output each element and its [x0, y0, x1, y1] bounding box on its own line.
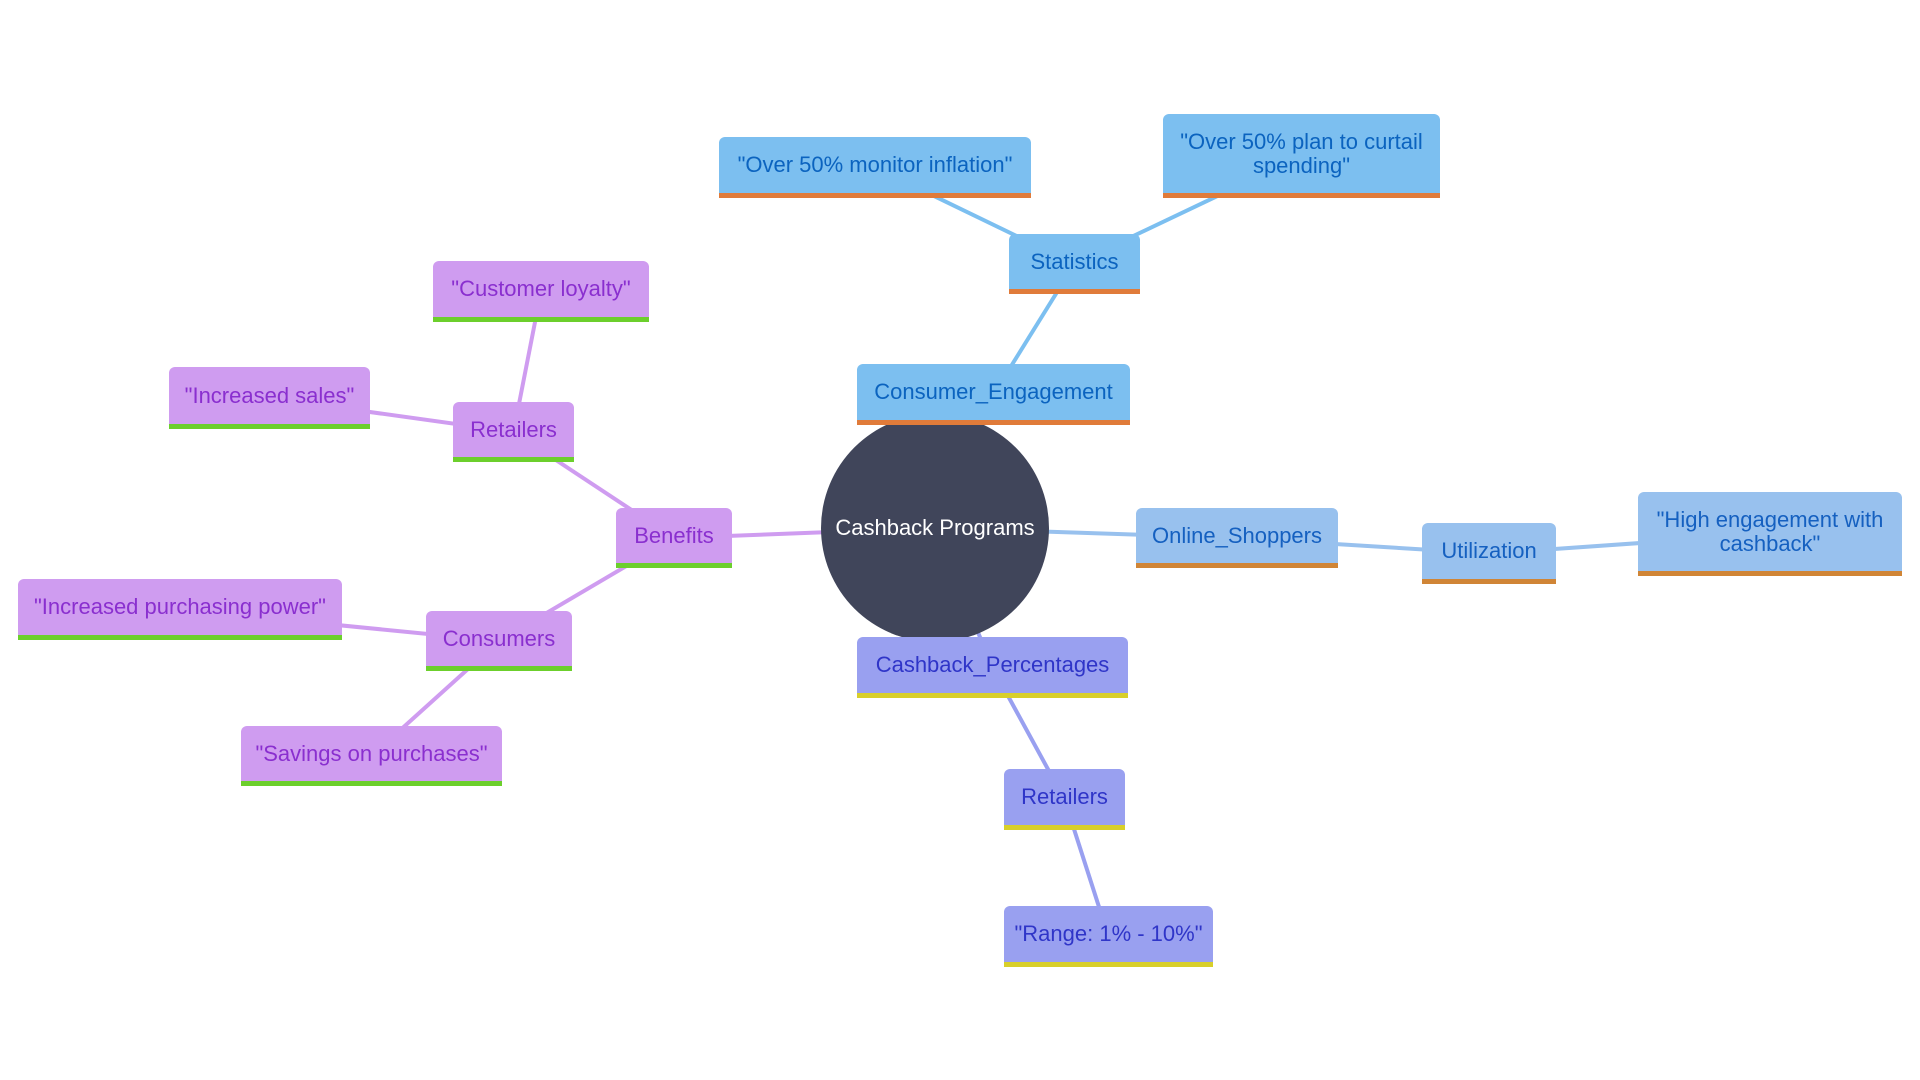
node-label: Online_Shoppers — [1151, 522, 1322, 548]
node-label: "Customer loyalty" — [451, 276, 631, 301]
node-purchasing-power[interactable]: "Increased purchasing power" — [18, 579, 342, 640]
node-online-shoppers[interactable]: Online_Shoppers — [1136, 508, 1338, 568]
node-high-engagement[interactable]: "High engagement with cashback" — [1638, 492, 1902, 576]
node-label: "Increased purchasing power" — [33, 594, 326, 619]
node-label: "Increased sales" — [184, 382, 355, 408]
node-label: Statistics — [1030, 248, 1119, 274]
node-label: Benefits — [634, 522, 714, 548]
node-savings-on-purchases[interactable]: "Savings on purchases" — [241, 726, 502, 786]
node-label: Consumers — [442, 625, 556, 651]
root-label: Cashback Programs — [835, 515, 1035, 540]
node-monitor-inflation[interactable]: "Over 50% monitor inflation" — [719, 137, 1031, 198]
node-label: Cashback_Percentages — [875, 652, 1110, 677]
node-label: Utilization — [1441, 538, 1537, 563]
node-label: "Range: 1% - 10%" — [1014, 921, 1203, 946]
node-label: Retailers — [1021, 784, 1108, 809]
node-label: "Savings on purchases" — [255, 740, 488, 766]
node-statistics[interactable]: Statistics — [1009, 234, 1140, 294]
node-utilization[interactable]: Utilization — [1422, 523, 1556, 584]
node-cashback-percentages[interactable]: Cashback_Percentages — [857, 637, 1128, 698]
node-benefits-retailers[interactable]: Retailers — [453, 402, 574, 462]
node-benefits[interactable]: Benefits — [616, 508, 732, 568]
node-curtail-spending[interactable]: "Over 50% plan to curtail spending" — [1163, 114, 1440, 198]
node-percentages-retailers[interactable]: Retailers — [1004, 769, 1125, 830]
node-label: Retailers — [470, 416, 557, 442]
node-increased-sales[interactable]: "Increased sales" — [169, 367, 370, 429]
node-label: Consumer_Engagement — [874, 379, 1113, 404]
node-consumers[interactable]: Consumers — [426, 611, 572, 671]
root-node-cashback-programs[interactable]: Cashback Programs — [821, 414, 1049, 642]
node-customer-loyalty[interactable]: "Customer loyalty" — [433, 261, 649, 322]
node-range[interactable]: "Range: 1% - 10%" — [1004, 906, 1213, 967]
node-label: "Over 50% plan to curtail spending" — [1180, 128, 1423, 178]
node-consumer-engagement[interactable]: Consumer_Engagement — [857, 364, 1130, 425]
node-label: "High engagement with cashback" — [1656, 506, 1884, 556]
node-label: "Over 50% monitor inflation" — [737, 152, 1013, 177]
